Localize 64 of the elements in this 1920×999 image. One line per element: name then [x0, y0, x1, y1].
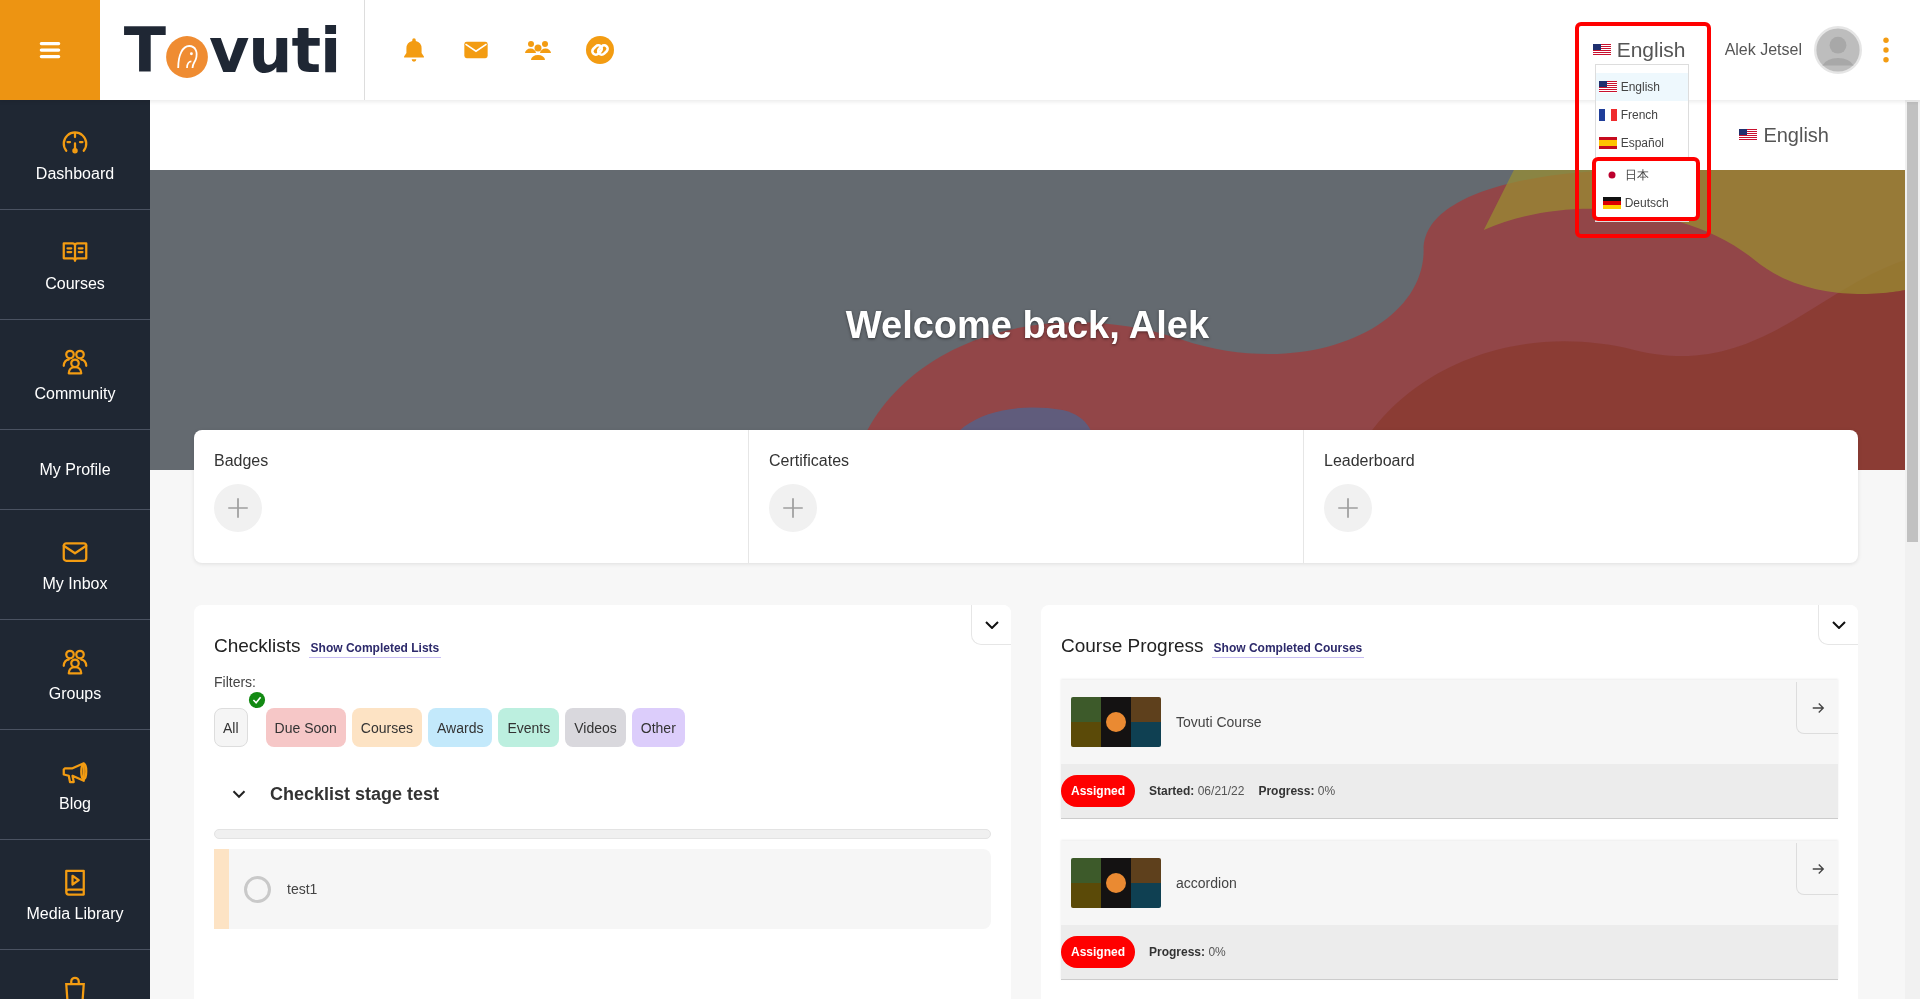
filters-label: Filters:	[214, 674, 257, 690]
checklist-title: Checklist stage test	[270, 783, 440, 805]
course-title: Tovuti Course	[1176, 714, 1262, 730]
scrollbar[interactable]	[1905, 100, 1920, 999]
filter-chip[interactable]: Due Soon	[265, 708, 346, 747]
sidebar-item[interactable]: Groups	[0, 620, 150, 730]
card-title: Certificates	[769, 452, 850, 470]
filter-chip[interactable]: Awards	[428, 708, 493, 747]
plus-icon	[1335, 495, 1361, 521]
open-course-button[interactable]	[1796, 682, 1838, 734]
chevron-down-icon	[1831, 620, 1846, 629]
plus-icon	[780, 495, 806, 521]
chevron-down-icon	[984, 620, 999, 629]
avatar-icon[interactable]	[1814, 26, 1862, 74]
panel-title: Course Progress	[1061, 635, 1204, 657]
show-completed-link[interactable]: Show Completed Lists	[308, 641, 442, 658]
filter-chip[interactable]: Courses	[351, 708, 422, 747]
course-title: accordion	[1176, 875, 1237, 891]
collapse-button[interactable]	[1818, 605, 1858, 645]
sidebar-item[interactable]: My Inbox	[0, 510, 150, 620]
language-option[interactable]: English	[1595, 73, 1688, 101]
status-badge: Assigned	[1061, 775, 1135, 807]
language-option[interactable]: 日本	[1599, 161, 1696, 189]
status-badge: Assigned	[1061, 936, 1135, 968]
open-course-button[interactable]	[1796, 843, 1838, 895]
flag-icon	[1592, 44, 1611, 56]
add-button[interactable]	[1324, 484, 1372, 532]
progress-text: Progress: 0%	[1258, 784, 1336, 798]
language-selector[interactable]: English	[1590, 36, 1688, 64]
flag-icon	[1598, 81, 1617, 93]
menu-button[interactable]	[0, 0, 100, 100]
add-button[interactable]	[214, 484, 262, 532]
sidebar-item[interactable]: Media Library	[0, 840, 150, 950]
language-option[interactable]: Deutsch	[1599, 189, 1696, 217]
sidebar-item[interactable]: Blog	[0, 730, 150, 840]
progress-text: Progress: 0%	[1149, 945, 1226, 959]
filter-chip[interactable]: Videos	[565, 708, 626, 747]
check-badge-icon	[247, 691, 266, 709]
card-title: Leaderboard	[1324, 452, 1415, 470]
language-selector[interactable]: English	[1733, 122, 1835, 148]
flag-icon	[1598, 109, 1617, 121]
checkbox[interactable]	[244, 875, 271, 903]
card-title: Badges	[214, 452, 269, 470]
show-completed-link[interactable]: Show Completed Courses	[1211, 641, 1365, 658]
filter-chip[interactable]: Events	[498, 708, 560, 747]
logo: T vuti	[123, 13, 341, 87]
started-date: Started: 06/21/22	[1149, 784, 1245, 798]
add-button[interactable]	[769, 484, 817, 532]
flag-icon	[1602, 197, 1621, 209]
checklist-item[interactable]: test1	[214, 849, 991, 929]
collapse-button[interactable]	[971, 605, 1011, 645]
language-option[interactable]: French	[1595, 101, 1688, 129]
filter-chip[interactable]: Other	[631, 708, 685, 747]
flag-icon	[1598, 137, 1617, 149]
user-name: Alek Jetsel	[1724, 41, 1802, 59]
welcome-heading: Welcome back, Alek	[845, 304, 1210, 347]
panel-title: Checklists	[214, 635, 301, 657]
filter-chip[interactable]: All	[214, 708, 248, 747]
item-label: test1	[287, 881, 318, 897]
flag-icon	[1739, 129, 1758, 141]
plus-icon	[225, 495, 251, 521]
more-icon[interactable]	[1882, 37, 1890, 63]
language-option[interactable]: Español	[1595, 129, 1688, 157]
link-icon[interactable]	[586, 36, 614, 64]
